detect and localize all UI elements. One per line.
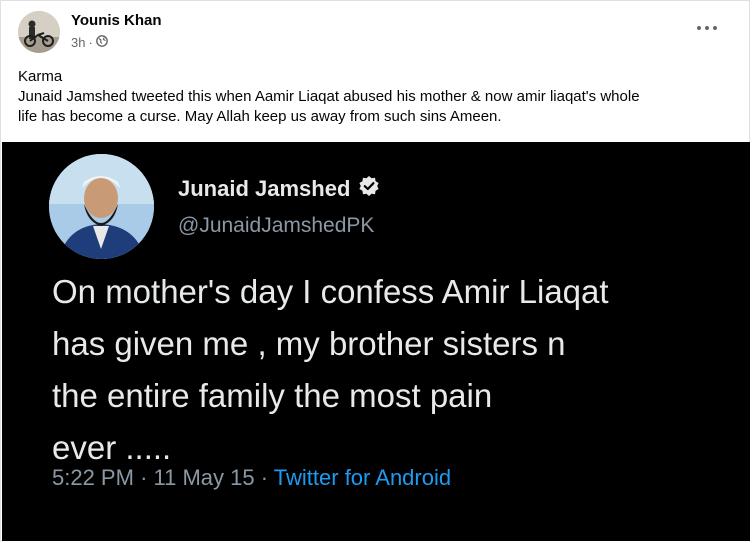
tweet-text: On mother's day I confess Amir Liaqat ha… xyxy=(52,266,742,474)
caption-line: Junaid Jamshed tweeted this when Aamir L… xyxy=(18,88,640,105)
verified-badge-icon xyxy=(358,175,380,203)
post-meta: 3h · xyxy=(71,35,108,50)
tweet-dot: · xyxy=(260,465,269,490)
tweet-author-name: Junaid Jamshed xyxy=(178,175,380,203)
tweet-dot: · xyxy=(140,465,148,490)
tweet-avatar-photo xyxy=(49,154,154,259)
tweet-date: 11 May 15 xyxy=(153,465,255,490)
author-avatar[interactable] xyxy=(18,11,60,53)
tweet-handle: @JunaidJamshedPK xyxy=(178,214,375,237)
globe-icon xyxy=(95,35,108,50)
tweet-time: 5:22 PM xyxy=(52,465,134,490)
tweet-name-text: Junaid Jamshed xyxy=(178,176,351,201)
meta-separator: · xyxy=(88,35,93,50)
tweet-footer: 5:22 PM · 11 May 15 · Twitter for Androi… xyxy=(52,465,451,491)
tweet-text-line: the entire family the most pain xyxy=(52,377,493,414)
author-name[interactable]: Younis Khan xyxy=(71,12,162,29)
facebook-post: Younis Khan 3h · Karma Junaid Jamshed tw… xyxy=(0,0,750,541)
avatar-photo xyxy=(18,11,60,53)
tweet-source: Twitter for Android xyxy=(273,465,452,490)
caption-line: Karma xyxy=(18,68,63,85)
caption-line: life has become a curse. May Allah keep … xyxy=(18,108,502,125)
post-time[interactable]: 3h xyxy=(71,35,85,50)
tweet-text-line: On mother's day I confess Amir Liaqat xyxy=(52,273,609,310)
tweet-text-line: has given me , my brother sisters n xyxy=(52,325,566,362)
tweet-avatar xyxy=(49,154,154,259)
tweet-screenshot-image[interactable]: Junaid Jamshed @JunaidJamshedPK On mothe… xyxy=(2,142,750,541)
post-caption: Karma Junaid Jamshed tweeted this when A… xyxy=(18,67,738,127)
more-options-icon[interactable] xyxy=(697,23,717,33)
